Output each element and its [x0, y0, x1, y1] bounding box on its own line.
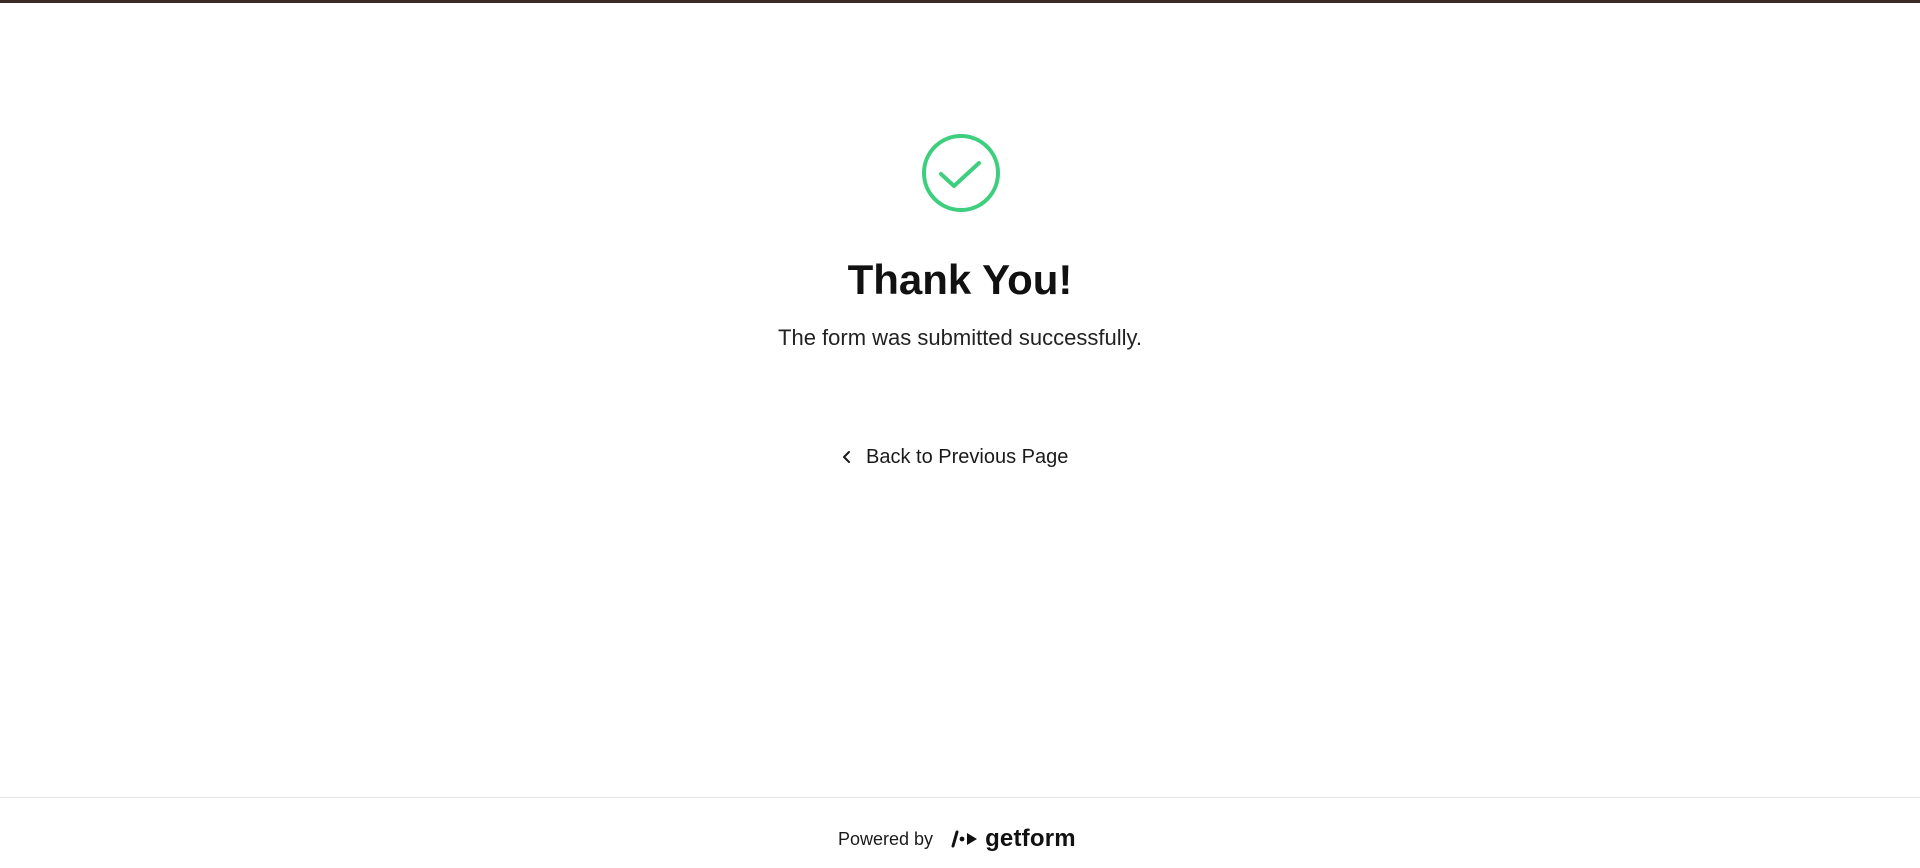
- chevron-left-icon: [843, 451, 850, 463]
- top-accent-bar: [0, 0, 1920, 3]
- getform-logo-icon: [951, 830, 978, 848]
- success-message: The form was submitted successfully.: [778, 325, 1142, 350]
- powered-by-label: Powered by: [838, 828, 934, 849]
- getform-brand-name: getform: [985, 825, 1076, 852]
- powered-by-badge[interactable]: Powered by getform: [838, 826, 1076, 852]
- back-link-label: Back to Previous Page: [866, 445, 1069, 468]
- back-to-previous-page-link[interactable]: Back to Previous Page: [840, 442, 1068, 472]
- thank-you-page: Thank You! The form was submitted succes…: [0, 0, 1920, 868]
- check-circle-icon: [922, 134, 1000, 212]
- footer: Powered by getform: [0, 797, 1920, 868]
- page-title: Thank You!: [847, 256, 1073, 303]
